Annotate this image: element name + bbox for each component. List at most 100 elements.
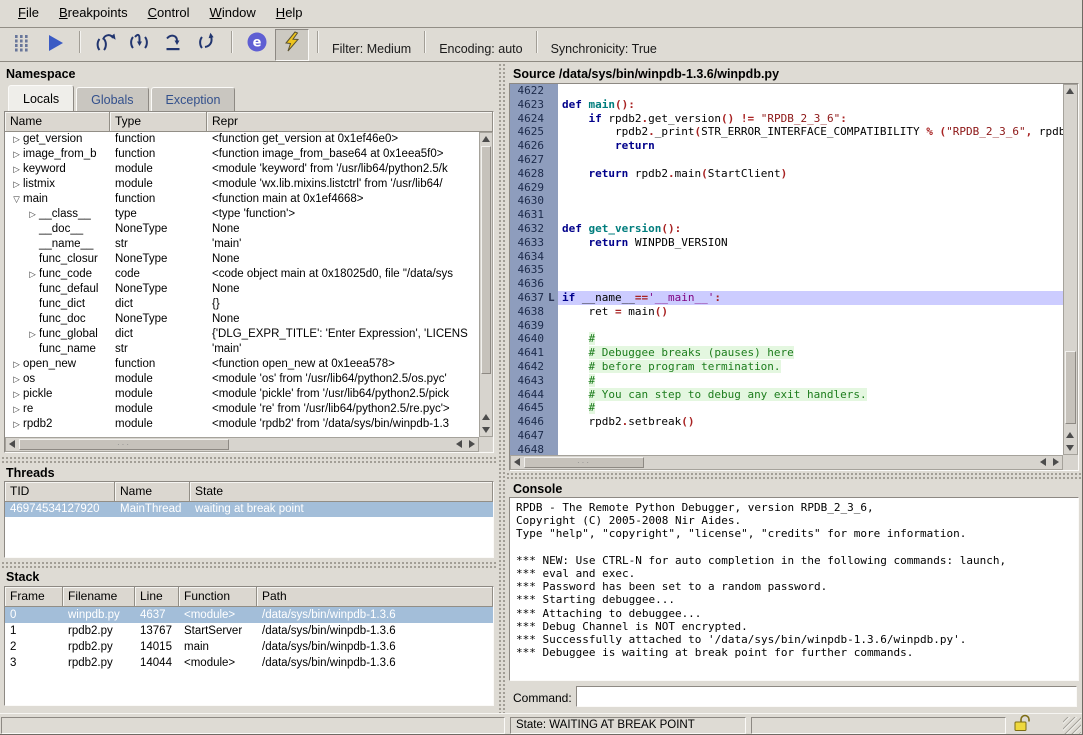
source-line-4626[interactable]: 4626 return <box>510 139 1063 153</box>
line-number-gutter[interactable]: 4642 <box>510 360 558 374</box>
scroll-up-arrow[interactable] <box>1064 429 1076 441</box>
scroll-left-arrow[interactable] <box>453 438 465 450</box>
column-header-name[interactable]: Name <box>5 112 110 132</box>
line-number-gutter[interactable]: 4641 <box>510 346 558 360</box>
source-line-4646[interactable]: 4646 rpdb2.setbreak() <box>510 415 1063 429</box>
menu-window[interactable]: Window <box>200 0 266 20</box>
source-line-4637[interactable]: 4637Lif __name__=='__main__': <box>510 291 1063 305</box>
threads-stack-splitter[interactable] <box>0 560 497 568</box>
line-number-gutter[interactable]: 4627 <box>510 153 558 167</box>
table-row[interactable]: ▽mainfunction<function main at 0x1ef4668… <box>5 192 479 207</box>
source-line-4629[interactable]: 4629 <box>510 181 1063 195</box>
line-number-gutter[interactable]: 4633 <box>510 236 558 250</box>
table-row[interactable]: func_namestr'main' <box>5 342 479 357</box>
line-number-gutter[interactable]: 4628 <box>510 167 558 181</box>
column-header-filename[interactable]: Filename <box>63 587 135 607</box>
tree-collapsed-icon[interactable]: ▷ <box>10 372 23 387</box>
table-row[interactable]: 3rpdb2.py14044<module>/data/sys/bin/winp… <box>5 655 493 671</box>
table-row[interactable]: func_docNoneTypeNone <box>5 312 479 327</box>
source-line-4627[interactable]: 4627 <box>510 153 1063 167</box>
source-line-4633[interactable]: 4633 return WINPDB_VERSION <box>510 236 1063 250</box>
column-header-function[interactable]: Function <box>179 587 257 607</box>
scroll-left-arrow[interactable] <box>1037 456 1049 468</box>
source-line-4636[interactable]: 4636 <box>510 277 1063 291</box>
scroll-up-arrow[interactable] <box>1064 85 1076 97</box>
source-line-4648[interactable]: 4648 <box>510 443 1063 455</box>
source-line-4645[interactable]: 4645 # <box>510 401 1063 415</box>
line-number-gutter[interactable]: 4624 <box>510 112 558 126</box>
table-row[interactable]: ▷osmodule<module 'os' from '/usr/lib64/p… <box>5 372 479 387</box>
table-row[interactable]: ▷__class__type<type 'function'> <box>5 207 479 222</box>
table-row[interactable]: ▷listmixmodule<module 'wx.lib.mixins.lis… <box>5 177 479 192</box>
source-line-4634[interactable]: 4634 <box>510 250 1063 264</box>
column-header-name[interactable]: Name <box>115 482 190 502</box>
scroll-up-arrow[interactable] <box>480 133 492 145</box>
menu-file[interactable]: File <box>8 0 49 20</box>
source-line-4632[interactable]: 4632def get_version(): <box>510 222 1063 236</box>
source-console-splitter[interactable] <box>505 471 1083 479</box>
namespace-threads-splitter[interactable] <box>0 455 497 463</box>
tree-collapsed-icon[interactable]: ▷ <box>10 387 23 402</box>
table-row[interactable]: func_dictdict{} <box>5 297 479 312</box>
source-code-area[interactable]: 46224623def main():4624 if rpdb2.get_ver… <box>510 84 1063 455</box>
tree-collapsed-icon[interactable]: ▷ <box>26 207 39 222</box>
source-line-4640[interactable]: 4640 # <box>510 332 1063 346</box>
window-resize-grip[interactable] <box>1063 717 1081 735</box>
table-row[interactable]: ▷remodule<module 're' from '/usr/lib64/p… <box>5 402 479 417</box>
source-editor[interactable]: 46224623def main():4624 if rpdb2.get_ver… <box>509 83 1079 471</box>
source-line-4642[interactable]: 4642 # before program termination. <box>510 360 1063 374</box>
line-number-gutter[interactable]: 4623 <box>510 98 558 112</box>
table-row[interactable]: ▷rpdb2module<module 'rpdb2' from '/data/… <box>5 417 479 432</box>
tab-locals[interactable]: Locals <box>8 85 74 113</box>
scroll-thumb[interactable]: ··· <box>19 439 229 450</box>
line-number-gutter[interactable]: 4637L <box>510 291 558 305</box>
source-line-4623[interactable]: 4623def main(): <box>510 98 1063 112</box>
table-row[interactable]: ▷func_globaldict{'DLG_EXPR_TITLE': 'Ente… <box>5 327 479 342</box>
main-vertical-splitter[interactable] <box>497 62 505 713</box>
line-number-gutter[interactable]: 4639 <box>510 319 558 333</box>
table-row[interactable]: 2rpdb2.py14015main/data/sys/bin/winpdb-1… <box>5 639 493 655</box>
tree-collapsed-icon[interactable]: ▷ <box>26 267 39 282</box>
table-row[interactable]: __doc__NoneTypeNone <box>5 222 479 237</box>
line-number-gutter[interactable]: 4635 <box>510 263 558 277</box>
table-row[interactable]: ▷func_codecode<code object main at 0x180… <box>5 267 479 282</box>
tree-collapsed-icon[interactable]: ▷ <box>10 147 23 162</box>
source-line-4625[interactable]: 4625 rpdb2._print(STR_ERROR_INTERFACE_CO… <box>510 125 1063 139</box>
tree-collapsed-icon[interactable]: ▷ <box>10 357 23 372</box>
table-row[interactable]: ▷get_versionfunction<function get_versio… <box>5 132 479 147</box>
tree-collapsed-icon[interactable]: ▷ <box>10 162 23 177</box>
line-number-gutter[interactable]: 4638 <box>510 305 558 319</box>
tree-collapsed-icon[interactable]: ▷ <box>26 327 39 342</box>
line-number-gutter[interactable]: 4632 <box>510 222 558 236</box>
line-number-gutter[interactable]: 4648 <box>510 443 558 455</box>
source-line-4644[interactable]: 4644 # You can step to debug any exit ha… <box>510 388 1063 402</box>
source-vscrollbar[interactable] <box>1063 84 1078 455</box>
encoding-toggle-button[interactable]: e <box>241 30 273 60</box>
run-to-cursor-button[interactable] <box>191 30 223 60</box>
break-button[interactable] <box>5 30 37 60</box>
scroll-down-arrow[interactable] <box>1064 442 1076 454</box>
column-header-type[interactable]: Type <box>110 112 207 132</box>
source-line-4630[interactable]: 4630 <box>510 194 1063 208</box>
synchronicity-toggle-button[interactable] <box>275 29 309 61</box>
tree-expanded-icon[interactable]: ▽ <box>10 192 23 207</box>
column-header-repr[interactable]: Repr <box>207 112 493 132</box>
scroll-thumb[interactable] <box>1065 351 1076 424</box>
scroll-right-arrow[interactable] <box>466 438 478 450</box>
column-header-tid[interactable]: TID <box>5 482 115 502</box>
line-number-gutter[interactable]: 4647 <box>510 429 558 443</box>
tree-collapsed-icon[interactable]: ▷ <box>10 417 23 432</box>
scroll-left-arrow[interactable] <box>511 456 523 468</box>
scroll-thumb[interactable] <box>481 146 491 374</box>
source-line-4622[interactable]: 4622 <box>510 84 1063 98</box>
command-input[interactable] <box>576 686 1077 707</box>
table-row[interactable]: ▷picklemodule<module 'pickle' from '/usr… <box>5 387 479 402</box>
source-line-4647[interactable]: 4647 <box>510 429 1063 443</box>
go-button[interactable] <box>39 31 71 61</box>
scroll-left-arrow[interactable] <box>6 438 18 450</box>
table-row[interactable]: 0winpdb.py4637<module>/data/sys/bin/winp… <box>5 607 493 623</box>
line-number-gutter[interactable]: 4643 <box>510 374 558 388</box>
table-row[interactable]: __name__str'main' <box>5 237 479 252</box>
table-row[interactable]: ▷keywordmodule<module 'keyword' from '/u… <box>5 162 479 177</box>
tree-collapsed-icon[interactable]: ▷ <box>10 402 23 417</box>
